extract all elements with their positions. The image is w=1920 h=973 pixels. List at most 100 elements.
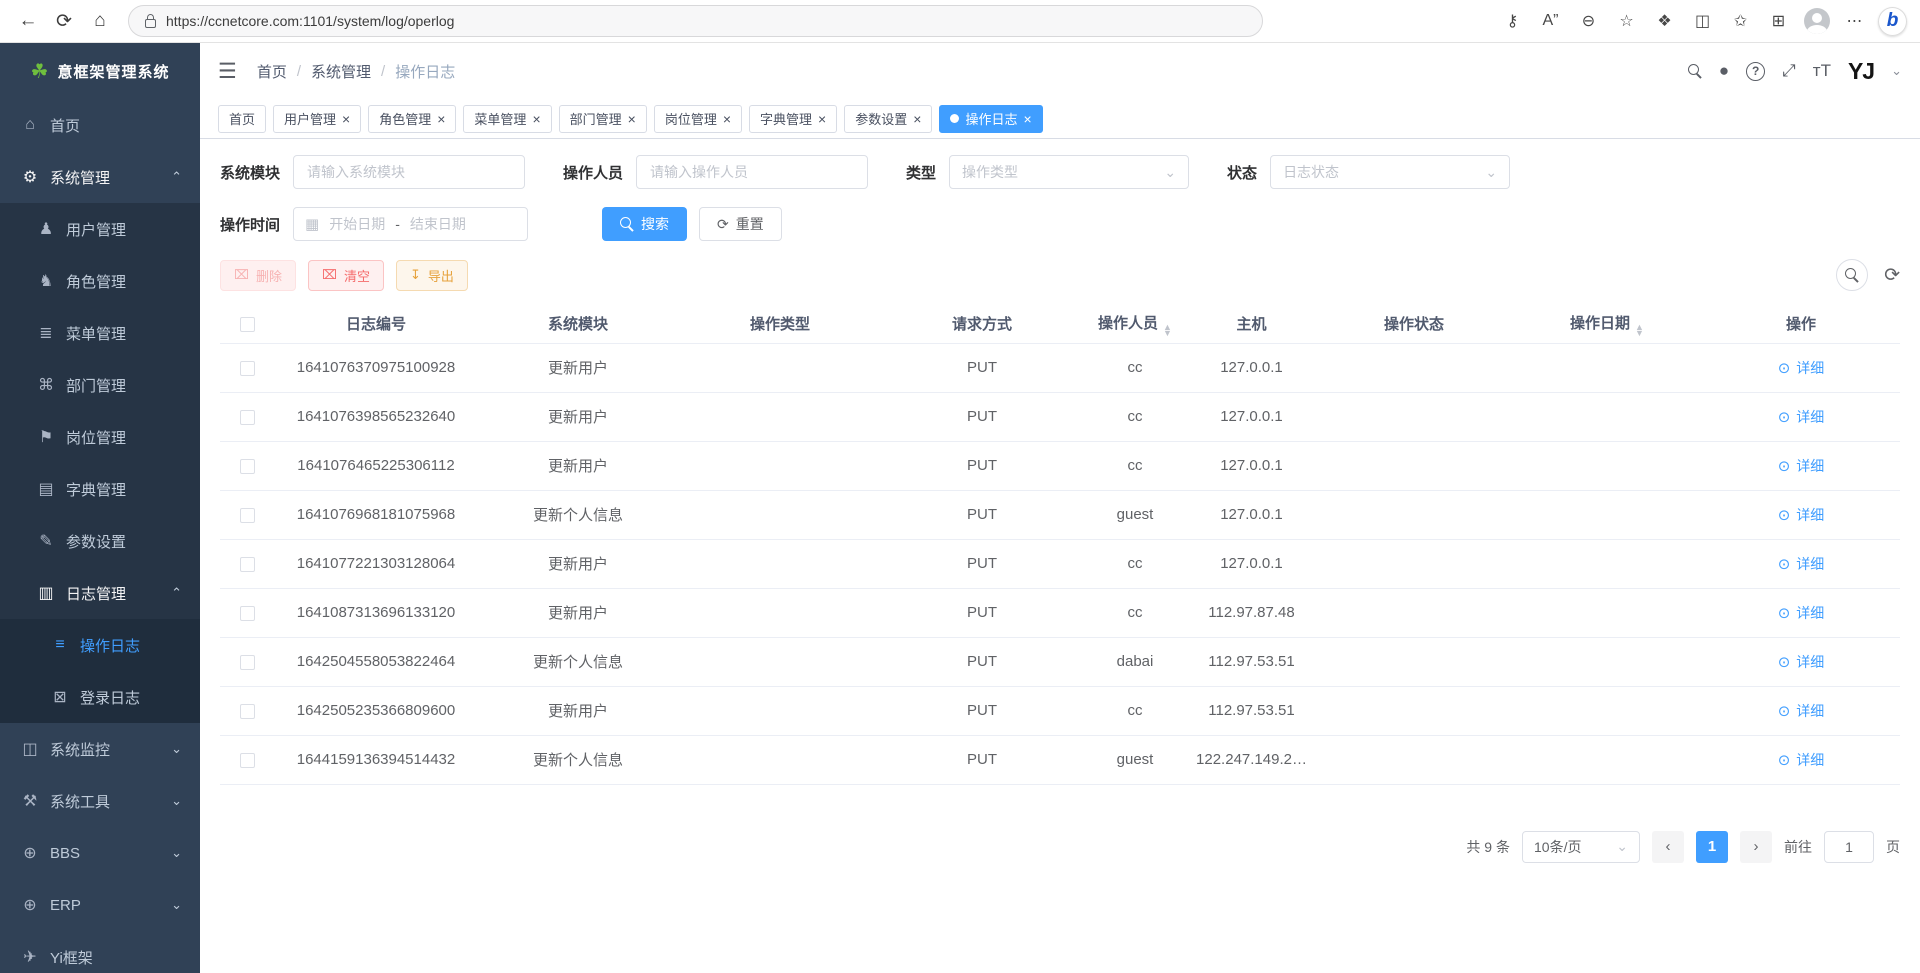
favorites-icon[interactable]: ✩	[1723, 4, 1758, 38]
delete-button[interactable]: ⌧ 删除	[220, 260, 296, 291]
tab-post-management[interactable]: 岗位管理×	[654, 105, 742, 133]
row-checkbox[interactable]	[240, 459, 255, 474]
sidebar-item-system-monitor[interactable]: ◫系统监控⌄	[0, 723, 200, 775]
select-all-checkbox[interactable]	[240, 317, 255, 332]
tab-dept-management[interactable]: 部门管理×	[559, 105, 647, 133]
tab-menu-management[interactable]: 菜单管理×	[463, 105, 551, 133]
page-size-select[interactable]: 10条/页 ⌄	[1522, 831, 1640, 863]
refresh-table-button[interactable]: ⟳	[1884, 264, 1900, 287]
browser-refresh-button[interactable]: ⟳	[46, 4, 82, 38]
detail-link[interactable]: ⊙详细	[1778, 456, 1825, 476]
detail-link[interactable]: ⊙详细	[1778, 701, 1825, 721]
close-icon[interactable]: ×	[1023, 112, 1031, 126]
extensions-icon[interactable]: ❖	[1647, 4, 1682, 38]
sort-desc-icon[interactable]: ▼	[1635, 330, 1644, 336]
github-icon[interactable]: ●	[1719, 61, 1729, 81]
show-search-button[interactable]	[1836, 259, 1868, 291]
goto-page-input[interactable]	[1824, 831, 1874, 863]
address-bar[interactable]: https://ccnetcore.com:1101/system/log/op…	[128, 5, 1263, 37]
sidebar-item-home[interactable]: ⌂首页	[0, 99, 200, 151]
browser-home-button[interactable]: ⌂	[82, 4, 118, 38]
row-checkbox[interactable]	[240, 410, 255, 425]
sidebar-item-bbs[interactable]: ⊕BBS⌄	[0, 827, 200, 879]
page-1-button[interactable]: 1	[1696, 831, 1728, 863]
breadcrumb-home[interactable]: 首页	[257, 61, 287, 82]
zoom-out-icon[interactable]: ⊖	[1571, 4, 1606, 38]
clear-button[interactable]: ⌧ 清空	[308, 260, 384, 291]
detail-link[interactable]: ⊙详细	[1778, 652, 1825, 672]
row-checkbox[interactable]	[240, 704, 255, 719]
row-checkbox[interactable]	[240, 557, 255, 572]
sidebar-item-post-management[interactable]: ⚑岗位管理	[0, 411, 200, 463]
status-select[interactable]: 日志状态⌄	[1270, 155, 1510, 189]
read-aloud-icon[interactable]: A”	[1533, 4, 1568, 38]
add-favorite-icon[interactable]: ☆	[1609, 4, 1644, 38]
system-module-input[interactable]	[293, 155, 525, 189]
prev-page-button[interactable]: ‹	[1652, 831, 1684, 863]
sort-desc-icon[interactable]: ▼	[1163, 330, 1172, 336]
row-checkbox[interactable]	[240, 361, 255, 376]
sidebar-item-log-management[interactable]: ▥日志管理⌃	[0, 567, 200, 619]
sidebar-item-system-management[interactable]: ⚙系统管理⌃	[0, 151, 200, 203]
chevron-down-icon[interactable]: ⌄	[1891, 63, 1902, 79]
collections-icon[interactable]: ⊞	[1761, 4, 1796, 38]
start-date-placeholder[interactable]: 开始日期	[329, 214, 385, 234]
sort-carets[interactable]: ▲▼	[1635, 324, 1644, 336]
detail-link[interactable]: ⊙详细	[1778, 505, 1825, 525]
tab-param-settings[interactable]: 参数设置×	[844, 105, 932, 133]
close-icon[interactable]: ×	[532, 112, 540, 126]
sidebar-item-param-settings[interactable]: ✎参数设置	[0, 515, 200, 567]
close-icon[interactable]: ×	[818, 112, 826, 126]
sidebar-item-erp[interactable]: ⊕ERP⌄	[0, 879, 200, 931]
url-text[interactable]: https://ccnetcore.com:1101/system/log/op…	[166, 13, 454, 29]
sidebar-item-user-management[interactable]: ♟用户管理	[0, 203, 200, 255]
detail-link[interactable]: ⊙详细	[1778, 407, 1825, 427]
password-key-icon[interactable]: ⚷	[1495, 4, 1530, 38]
search-button[interactable]: 搜索	[602, 207, 687, 241]
column-header-operator[interactable]: 操作人员▲▼	[1083, 305, 1187, 343]
sidebar-item-dict-management[interactable]: ▤字典管理	[0, 463, 200, 515]
sidebar-item-dept-management[interactable]: ⌘部门管理	[0, 359, 200, 411]
fullscreen-icon[interactable]: ⤢	[1782, 61, 1796, 81]
close-icon[interactable]: ×	[342, 112, 350, 126]
row-checkbox[interactable]	[240, 655, 255, 670]
column-header-operation-date[interactable]: 操作日期▲▼	[1512, 305, 1702, 343]
detail-link[interactable]: ⊙详细	[1778, 554, 1825, 574]
row-checkbox[interactable]	[240, 606, 255, 621]
app-logo[interactable]: ☘ 意框架管理系统	[0, 43, 200, 99]
tab-home[interactable]: 首页	[218, 105, 266, 133]
hamburger-icon[interactable]: ☰	[218, 59, 237, 84]
detail-link[interactable]: ⊙详细	[1778, 358, 1825, 378]
sidebar-item-system-tools[interactable]: ⚒系统工具⌄	[0, 775, 200, 827]
search-icon[interactable]	[1688, 64, 1702, 78]
end-date-placeholder[interactable]: 结束日期	[410, 214, 466, 234]
close-icon[interactable]: ×	[913, 112, 921, 126]
sort-carets[interactable]: ▲▼	[1163, 324, 1172, 336]
sidebar-item-role-management[interactable]: ♞角色管理	[0, 255, 200, 307]
tab-operation-log[interactable]: 操作日志×	[939, 105, 1042, 133]
reset-button[interactable]: ⟳ 重置	[699, 207, 782, 241]
date-range-picker[interactable]: ▦ 开始日期 - 结束日期	[293, 207, 528, 241]
user-logo[interactable]: YJ	[1848, 58, 1874, 85]
detail-link[interactable]: ⊙详细	[1778, 750, 1825, 770]
detail-link[interactable]: ⊙详细	[1778, 603, 1825, 623]
export-button[interactable]: ↧ 导出	[396, 260, 468, 291]
tab-dict-management[interactable]: 字典管理×	[749, 105, 837, 133]
close-icon[interactable]: ×	[437, 112, 445, 126]
row-checkbox[interactable]	[240, 753, 255, 768]
row-checkbox[interactable]	[240, 508, 255, 523]
split-screen-icon[interactable]: ◫	[1685, 4, 1720, 38]
operator-input[interactable]	[636, 155, 868, 189]
browser-back-button[interactable]: ←	[10, 4, 46, 38]
help-icon[interactable]: ?	[1746, 62, 1765, 81]
sidebar-item-yi-framework[interactable]: ✈Yi框架	[0, 931, 200, 973]
font-size-icon[interactable]: ᴛT	[1813, 61, 1831, 81]
profile-button[interactable]	[1799, 4, 1834, 38]
tab-role-management[interactable]: 角色管理×	[368, 105, 456, 133]
sidebar-item-login-log[interactable]: ⊠登录日志	[0, 671, 200, 723]
type-select[interactable]: 操作类型⌄	[949, 155, 1189, 189]
sidebar-item-menu-management[interactable]: ≣菜单管理	[0, 307, 200, 359]
bing-icon[interactable]: b	[1875, 4, 1910, 38]
close-icon[interactable]: ×	[628, 112, 636, 126]
more-icon[interactable]: ⋯	[1837, 4, 1872, 38]
